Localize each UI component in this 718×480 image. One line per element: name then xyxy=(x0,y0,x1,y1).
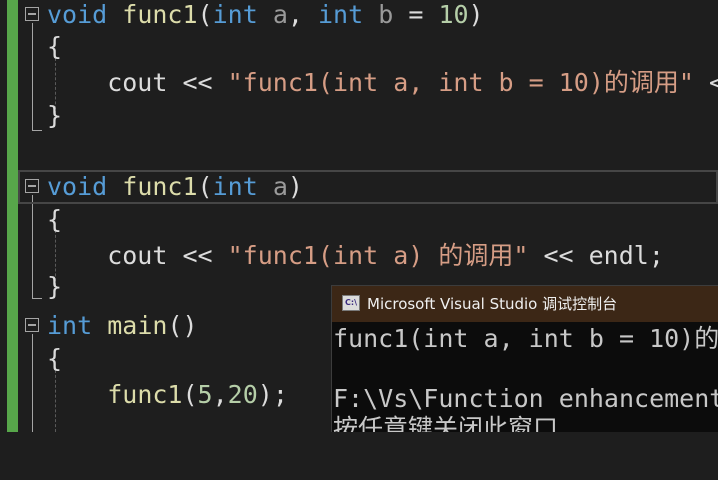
change-tracking-bar xyxy=(7,0,18,432)
code-line[interactable]: cout << "func1(int a) 的调用" << endl; xyxy=(18,239,718,273)
code-token: 5 xyxy=(197,380,213,409)
editor-margin xyxy=(0,0,7,432)
code-token: ) xyxy=(468,0,484,29)
code-token: 10 xyxy=(438,0,469,29)
current-line-highlight xyxy=(18,170,718,204)
code-token: () xyxy=(167,311,198,340)
code-text: { xyxy=(47,30,62,64)
console-line: F:\Vs\Function enhancement\Debug xyxy=(333,384,718,413)
code-token: cout << xyxy=(47,241,228,270)
console-line: func1(int a, int b = 10)的调用 xyxy=(333,324,718,353)
code-token: int xyxy=(212,0,258,29)
code-line[interactable]: { xyxy=(18,30,718,64)
code-token: << xyxy=(709,68,718,97)
console-line: 按任意键关闭此窗口 xyxy=(333,414,559,432)
code-token: a xyxy=(272,0,288,29)
code-line[interactable]: { xyxy=(18,203,718,237)
code-token: 20 xyxy=(227,380,258,409)
code-token: func1 xyxy=(107,380,183,409)
collapse-icon[interactable] xyxy=(25,7,39,21)
code-token: = xyxy=(393,0,439,29)
code-token: << endl; xyxy=(528,241,664,270)
code-text: int main() xyxy=(47,309,198,343)
code-text: { xyxy=(47,342,62,376)
code-line[interactable]: void func1(int a, int b = 10) xyxy=(18,0,718,32)
code-token: { xyxy=(47,344,63,373)
code-text: { xyxy=(47,203,62,237)
code-text: void func1(int a, int b = 10) xyxy=(47,0,484,32)
code-text: func1(5,20); xyxy=(47,378,288,412)
code-text: cout << "func1(int a, int b = 10)的调用" << xyxy=(47,66,718,100)
collapse-icon[interactable] xyxy=(25,318,39,332)
console-titlebar[interactable]: C:\ Microsoft Visual Studio 调试控制台 xyxy=(332,286,718,322)
debug-console-window[interactable]: C:\ Microsoft Visual Studio 调试控制台 func1(… xyxy=(331,285,718,432)
code-text: cout << "func1(int a) 的调用" << endl; xyxy=(47,239,664,273)
console-title: Microsoft Visual Studio 调试控制台 xyxy=(367,295,618,313)
code-token: int xyxy=(318,0,364,29)
code-token: { xyxy=(47,32,63,61)
code-token: "func1(int a) 的调用" xyxy=(227,241,529,270)
code-token: b xyxy=(378,0,394,29)
code-token: , xyxy=(212,380,228,409)
code-token: ( xyxy=(182,380,198,409)
code-token: { xyxy=(47,205,63,234)
code-text: } xyxy=(47,99,62,133)
code-token: } xyxy=(47,272,63,301)
code-line[interactable]: } xyxy=(18,99,718,133)
code-token: cout << xyxy=(47,68,228,97)
code-line[interactable]: cout << "func1(int a, int b = 10)的调用" << xyxy=(18,66,718,100)
console-app-icon: C:\ xyxy=(342,295,360,311)
code-token: int xyxy=(47,311,93,340)
code-line[interactable] xyxy=(18,134,718,168)
code-token: main xyxy=(107,311,168,340)
code-token: void xyxy=(47,0,108,29)
code-token: } xyxy=(47,101,63,130)
code-token: ( xyxy=(197,0,213,29)
code-token: "func1(int a, int b = 10)的调用" xyxy=(227,68,694,97)
code-token: ); xyxy=(257,380,288,409)
code-text: } xyxy=(47,270,62,304)
code-token: func1 xyxy=(122,0,198,29)
code-token: , xyxy=(287,0,318,29)
